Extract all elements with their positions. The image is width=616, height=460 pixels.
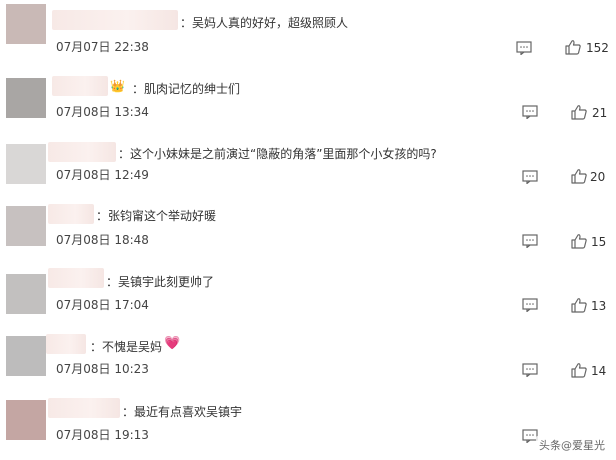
- like-count: 13: [591, 299, 607, 313]
- comment-text: ：这个小妹妹是之前演过“隐蔽的角落”里面那个小女孩的吗?: [118, 147, 437, 161]
- like-count: 14: [591, 364, 607, 378]
- thumbs-up-icon[interactable]: [571, 104, 587, 120]
- reply-icon[interactable]: [522, 234, 538, 248]
- like-count: 15: [591, 235, 607, 249]
- avatar[interactable]: [6, 400, 46, 440]
- comment-text: ：吴镇宇此刻更帅了: [106, 275, 215, 289]
- crown-badge-icon: 👑: [110, 79, 125, 93]
- heart-emoji-icon: 💗: [164, 336, 181, 351]
- like-count: 152: [586, 41, 609, 55]
- reply-icon[interactable]: [522, 298, 538, 312]
- like-count: 21: [592, 106, 608, 120]
- watermark: 头条@爱星光: [536, 436, 608, 454]
- thumbs-up-icon[interactable]: [565, 39, 581, 55]
- comment-row: ：这个小妹妹是之前演过“隐蔽的角落”里面那个小女孩的吗? 07月08日 12:4…: [0, 136, 616, 196]
- username-blurred[interactable]: [46, 334, 86, 354]
- comment-text: ：不愧是吴妈: [90, 340, 163, 354]
- comment-date: 07月07日 22:38: [56, 40, 149, 54]
- avatar[interactable]: [6, 274, 46, 314]
- avatar[interactable]: [6, 206, 46, 246]
- username-blurred[interactable]: [48, 204, 94, 224]
- comment-text: ：吴妈人真的好好，超级照顾人: [180, 16, 349, 30]
- comment-row: ：最近有点喜欢吴镇宇 07月08日 19:13: [0, 394, 616, 460]
- comment-text: ：肌肉记忆的绅士们: [132, 82, 241, 96]
- comment-date: 07月08日 10:23: [56, 362, 149, 376]
- avatar[interactable]: [6, 4, 46, 44]
- avatar[interactable]: [6, 144, 46, 184]
- comment-row: ：吴妈人真的好好，超级照顾人 07月07日 22:38 152: [0, 0, 616, 62]
- thumbs-up-icon[interactable]: [571, 168, 587, 184]
- username-blurred[interactable]: [52, 76, 108, 96]
- username-blurred[interactable]: [48, 398, 120, 418]
- comment-row: 👑 ：肌肉记忆的绅士们 07月08日 13:34 21: [0, 68, 616, 124]
- reply-icon[interactable]: [516, 41, 532, 55]
- comment-text: ：张钧甯这个举动好暖: [96, 209, 217, 223]
- username-blurred[interactable]: [48, 142, 116, 162]
- comment-date: 07月08日 13:34: [56, 105, 149, 119]
- comment-date: 07月08日 17:04: [56, 298, 149, 312]
- thumbs-up-icon[interactable]: [571, 362, 587, 378]
- comment-row: ：张钧甯这个举动好暖 07月08日 18:48 15: [0, 200, 616, 258]
- comment-row: ：不愧是吴妈 💗 07月08日 10:23 14: [0, 328, 616, 390]
- reply-icon[interactable]: [522, 105, 538, 119]
- avatar[interactable]: [6, 78, 46, 118]
- comment-text: ：最近有点喜欢吴镇宇: [122, 405, 243, 419]
- comment-date: 07月08日 12:49: [56, 168, 149, 182]
- comment-row: ：吴镇宇此刻更帅了 07月08日 17:04 13: [0, 264, 616, 324]
- username-blurred[interactable]: [52, 10, 178, 30]
- reply-icon[interactable]: [522, 363, 538, 377]
- like-count: 20: [590, 170, 606, 184]
- thumbs-up-icon[interactable]: [571, 233, 587, 249]
- avatar[interactable]: [6, 336, 46, 376]
- username-blurred[interactable]: [48, 268, 104, 288]
- comment-date: 07月08日 18:48: [56, 233, 149, 247]
- comment-date: 07月08日 19:13: [56, 428, 149, 442]
- thumbs-up-icon[interactable]: [571, 297, 587, 313]
- reply-icon[interactable]: [522, 170, 538, 184]
